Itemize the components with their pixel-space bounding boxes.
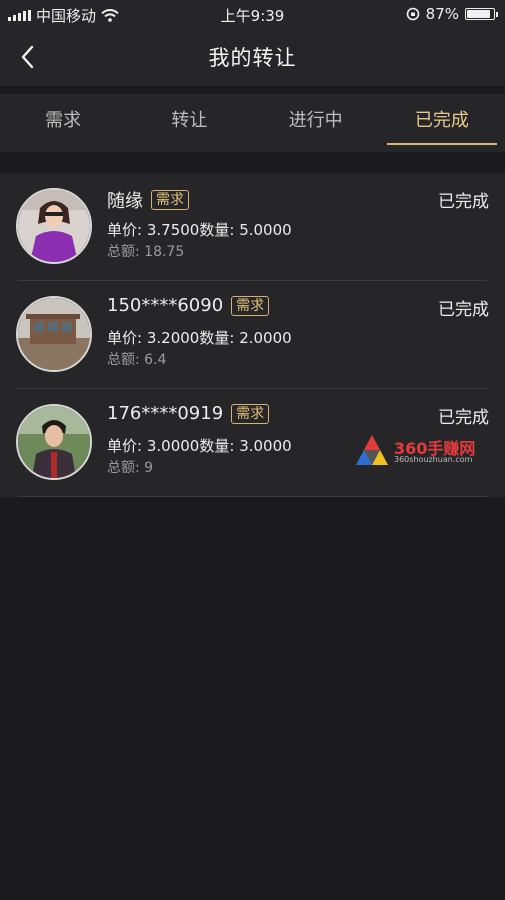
tab-transfer[interactable]: 转让 — [126, 94, 252, 152]
user-name: 随缘 需求 — [107, 187, 189, 213]
quantity-label: 数量: — [199, 329, 235, 347]
quantity-value: 3.0000 — [239, 437, 292, 455]
total-label: 总额: — [107, 460, 140, 476]
price-quantity-line: 单价: 3.0000数量: 3.0000 — [107, 435, 292, 456]
user-name-text: 随缘 — [107, 191, 143, 212]
tab-in-progress[interactable]: 进行中 — [253, 94, 379, 152]
total-label: 总额: — [107, 244, 140, 260]
price-quantity-line: 单价: 3.2000数量: 2.0000 — [107, 327, 292, 348]
user-name: 150****6090 需求 — [107, 295, 270, 316]
status-right: 87% — [406, 5, 498, 23]
rotation-lock-icon — [406, 7, 419, 21]
user-name: 176****0919 需求 — [107, 403, 270, 424]
status-bar: 中国移动 上午9:39 87% — [0, 0, 505, 28]
avatar — [16, 188, 92, 264]
watermark-logo-icon — [356, 435, 388, 465]
demand-tag: 需求 — [231, 403, 270, 424]
total-line: 总额: 9 — [107, 457, 153, 477]
avatar — [16, 404, 92, 480]
price-value: 3.0000 — [146, 437, 200, 455]
total-line: 总额: 18.75 — [107, 241, 184, 261]
price-value: 3.7500 — [146, 221, 200, 239]
watermark: 360手赚网 360shouzhuan.com — [354, 433, 504, 469]
demand-tag: 需求 — [231, 295, 270, 316]
user-name-text: 150****6090 — [107, 295, 224, 316]
total-label: 总额: — [107, 352, 140, 368]
total-value: 9 — [144, 460, 154, 476]
quantity-value: 5.0000 — [239, 221, 292, 239]
price-label: 单价: — [107, 329, 143, 347]
price-label: 单价: — [107, 221, 143, 239]
quantity-value: 2.0000 — [239, 329, 292, 347]
page-title: 我的转让 — [208, 46, 297, 70]
tab-demand[interactable]: 需求 — [0, 94, 126, 152]
tab-bar: 需求 转让 进行中 已完成 — [0, 94, 505, 152]
avatar — [16, 296, 92, 372]
list-item[interactable]: 随缘 需求 单价: 3.7500数量: 5.0000 总额: 18.75 已完成 — [0, 173, 505, 281]
status-text: 已完成 — [438, 408, 489, 428]
total-value: 18.75 — [144, 244, 185, 260]
battery-percent: 87% — [425, 5, 459, 23]
tab-completed[interactable]: 已完成 — [379, 94, 505, 152]
price-value: 3.2000 — [146, 329, 200, 347]
status-text: 已完成 — [438, 300, 489, 320]
price-label: 单价: — [107, 437, 143, 455]
battery-icon — [465, 8, 498, 20]
total-line: 总额: 6.4 — [107, 349, 166, 369]
price-quantity-line: 单价: 3.7500数量: 5.0000 — [107, 219, 292, 240]
user-name-text: 176****0919 — [107, 403, 224, 424]
status-text: 已完成 — [438, 192, 489, 212]
list-item[interactable]: 150****6090 需求 单价: 3.2000数量: 2.0000 总额: … — [0, 281, 505, 389]
quantity-label: 数量: — [199, 221, 235, 239]
nav-bar: 我的转让 — [0, 28, 505, 86]
divider — [18, 496, 487, 497]
demand-tag: 需求 — [151, 190, 189, 210]
watermark-subtext: 360shouzhuan.com — [394, 455, 473, 464]
total-value: 6.4 — [144, 352, 167, 368]
quantity-label: 数量: — [199, 437, 235, 455]
